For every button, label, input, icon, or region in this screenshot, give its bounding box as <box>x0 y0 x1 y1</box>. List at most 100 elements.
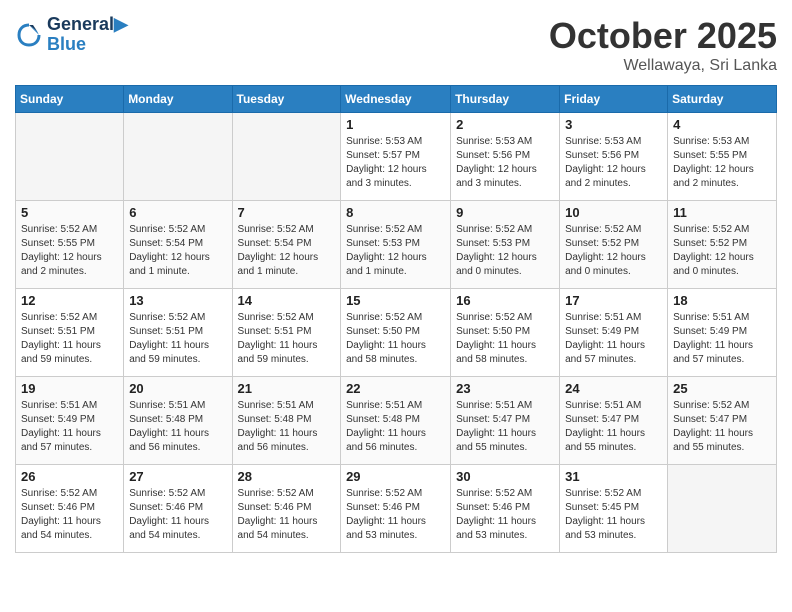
calendar-cell: 12 Sunrise: 5:52 AM Sunset: 5:51 PM Dayli… <box>16 289 124 377</box>
calendar-week-row: 12 Sunrise: 5:52 AM Sunset: 5:51 PM Dayli… <box>16 289 777 377</box>
day-number: 23 <box>456 381 554 396</box>
calendar-cell: 7Sunrise: 5:52 AM Sunset: 5:54 PM Daylig… <box>232 201 341 289</box>
logo-line2: Blue <box>47 35 128 55</box>
day-number: 24 <box>565 381 662 396</box>
calendar-cell: 31 Sunrise: 5:52 AM Sunset: 5:45 PM Dayli… <box>560 465 668 553</box>
day-number: 2 <box>456 117 554 132</box>
day-number: 28 <box>238 469 336 484</box>
calendar-cell: 30Sunrise: 5:52 AM Sunset: 5:46 PM Dayli… <box>451 465 560 553</box>
day-number: 18 <box>673 293 771 308</box>
calendar-cell <box>16 113 124 201</box>
day-info: Sunrise: 5:51 AM Sunset: 5:48 PM Dayligh… <box>238 399 336 455</box>
day-info: Sunrise: 5:53 AM Sunset: 5:56 PM Dayligh… <box>456 135 554 191</box>
day-info: Sunrise: 5:52 AM Sunset: 5:45 PM Dayligh… <box>565 487 662 543</box>
weekday-header: Friday <box>560 86 668 113</box>
calendar-cell: 17 Sunrise: 5:51 AM Sunset: 5:49 PM Dayli… <box>560 289 668 377</box>
weekday-header: Saturday <box>668 86 777 113</box>
day-info: Sunrise: 5:52 AM Sunset: 5:46 PM Dayligh… <box>129 487 226 543</box>
weekday-header: Monday <box>124 86 232 113</box>
day-info: Sunrise: 5:51 AM Sunset: 5:49 PM Dayligh… <box>565 311 662 367</box>
day-info: Sunrise: 5:52 AM Sunset: 5:50 PM Dayligh… <box>456 311 554 367</box>
calendar-cell: 13 Sunrise: 5:52 AM Sunset: 5:51 PM Dayli… <box>124 289 232 377</box>
day-number: 1 <box>346 117 445 132</box>
calendar-header-row: SundayMondayTuesdayWednesdayThursdayFrid… <box>16 86 777 113</box>
page-header: General▶ Blue October 2025 Wellawaya, Sr… <box>15 15 777 75</box>
day-info: Sunrise: 5:53 AM Sunset: 5:55 PM Dayligh… <box>673 135 771 191</box>
weekday-header: Thursday <box>451 86 560 113</box>
day-info: Sunrise: 5:53 AM Sunset: 5:56 PM Dayligh… <box>565 135 662 191</box>
day-info: Sunrise: 5:52 AM Sunset: 5:53 PM Dayligh… <box>346 223 445 279</box>
day-info: Sunrise: 5:53 AM Sunset: 5:57 PM Dayligh… <box>346 135 445 191</box>
day-info: Sunrise: 5:52 AM Sunset: 5:53 PM Dayligh… <box>456 223 554 279</box>
month-title: October 2025 <box>549 15 777 57</box>
day-number: 29 <box>346 469 445 484</box>
day-number: 20 <box>129 381 226 396</box>
day-number: 17 <box>565 293 662 308</box>
day-info: Sunrise: 5:52 AM Sunset: 5:52 PM Dayligh… <box>565 223 662 279</box>
calendar-week-row: 5 Sunrise: 5:52 AM Sunset: 5:55 PM Daylig… <box>16 201 777 289</box>
day-number: 8 <box>346 205 445 220</box>
day-number: 30 <box>456 469 554 484</box>
calendar-cell <box>232 113 341 201</box>
day-number: 9 <box>456 205 554 220</box>
day-number: 10 <box>565 205 662 220</box>
calendar-cell: 29 Sunrise: 5:52 AM Sunset: 5:46 PM Dayli… <box>341 465 451 553</box>
calendar-cell: 9 Sunrise: 5:52 AM Sunset: 5:53 PM Daylig… <box>451 201 560 289</box>
day-info: Sunrise: 5:51 AM Sunset: 5:49 PM Dayligh… <box>673 311 771 367</box>
weekday-header: Sunday <box>16 86 124 113</box>
title-block: October 2025 Wellawaya, Sri Lanka <box>549 15 777 75</box>
day-info: Sunrise: 5:52 AM Sunset: 5:46 PM Dayligh… <box>238 487 336 543</box>
calendar-cell: 16 Sunrise: 5:52 AM Sunset: 5:50 PM Dayli… <box>451 289 560 377</box>
day-number: 16 <box>456 293 554 308</box>
day-number: 19 <box>21 381 118 396</box>
calendar-table: SundayMondayTuesdayWednesdayThursdayFrid… <box>15 85 777 553</box>
day-number: 5 <box>21 205 118 220</box>
day-number: 3 <box>565 117 662 132</box>
day-info: Sunrise: 5:52 AM Sunset: 5:51 PM Dayligh… <box>129 311 226 367</box>
day-info: Sunrise: 5:52 AM Sunset: 5:55 PM Dayligh… <box>21 223 118 279</box>
day-info: Sunrise: 5:52 AM Sunset: 5:54 PM Dayligh… <box>129 223 226 279</box>
calendar-cell: 1 Sunrise: 5:53 AM Sunset: 5:57 PM Daylig… <box>341 113 451 201</box>
day-info: Sunrise: 5:51 AM Sunset: 5:48 PM Dayligh… <box>129 399 226 455</box>
calendar-cell: 21Sunrise: 5:51 AM Sunset: 5:48 PM Dayli… <box>232 377 341 465</box>
day-number: 26 <box>21 469 118 484</box>
day-number: 11 <box>673 205 771 220</box>
calendar-cell: 19 Sunrise: 5:51 AM Sunset: 5:49 PM Dayli… <box>16 377 124 465</box>
calendar-cell: 5 Sunrise: 5:52 AM Sunset: 5:55 PM Daylig… <box>16 201 124 289</box>
day-info: Sunrise: 5:52 AM Sunset: 5:50 PM Dayligh… <box>346 311 445 367</box>
day-info: Sunrise: 5:52 AM Sunset: 5:51 PM Dayligh… <box>21 311 118 367</box>
calendar-cell <box>668 465 777 553</box>
day-info: Sunrise: 5:52 AM Sunset: 5:47 PM Dayligh… <box>673 399 771 455</box>
calendar-cell: 24 Sunrise: 5:51 AM Sunset: 5:47 PM Dayli… <box>560 377 668 465</box>
calendar-cell: 20 Sunrise: 5:51 AM Sunset: 5:48 PM Dayli… <box>124 377 232 465</box>
day-number: 7 <box>238 205 336 220</box>
day-info: Sunrise: 5:51 AM Sunset: 5:49 PM Dayligh… <box>21 399 118 455</box>
day-number: 27 <box>129 469 226 484</box>
calendar-cell: 4Sunrise: 5:53 AM Sunset: 5:55 PM Daylig… <box>668 113 777 201</box>
calendar-cell: 8 Sunrise: 5:52 AM Sunset: 5:53 PM Daylig… <box>341 201 451 289</box>
day-number: 13 <box>129 293 226 308</box>
calendar-cell: 22Sunrise: 5:51 AM Sunset: 5:48 PM Dayli… <box>341 377 451 465</box>
day-info: Sunrise: 5:51 AM Sunset: 5:47 PM Dayligh… <box>565 399 662 455</box>
day-number: 14 <box>238 293 336 308</box>
logo-line1: General▶ <box>47 15 128 35</box>
day-info: Sunrise: 5:52 AM Sunset: 5:46 PM Dayligh… <box>346 487 445 543</box>
calendar-cell: 2 Sunrise: 5:53 AM Sunset: 5:56 PM Daylig… <box>451 113 560 201</box>
calendar-cell: 26 Sunrise: 5:52 AM Sunset: 5:46 PM Dayli… <box>16 465 124 553</box>
day-number: 31 <box>565 469 662 484</box>
day-info: Sunrise: 5:52 AM Sunset: 5:46 PM Dayligh… <box>21 487 118 543</box>
day-number: 25 <box>673 381 771 396</box>
weekday-header: Wednesday <box>341 86 451 113</box>
logo-icon <box>15 21 43 49</box>
calendar-cell: 23Sunrise: 5:51 AM Sunset: 5:47 PM Dayli… <box>451 377 560 465</box>
calendar-cell: 27 Sunrise: 5:52 AM Sunset: 5:46 PM Dayli… <box>124 465 232 553</box>
weekday-header: Tuesday <box>232 86 341 113</box>
day-number: 12 <box>21 293 118 308</box>
day-number: 6 <box>129 205 226 220</box>
calendar-cell: 3 Sunrise: 5:53 AM Sunset: 5:56 PM Daylig… <box>560 113 668 201</box>
calendar-week-row: 19 Sunrise: 5:51 AM Sunset: 5:49 PM Dayli… <box>16 377 777 465</box>
day-number: 15 <box>346 293 445 308</box>
calendar-cell: 11Sunrise: 5:52 AM Sunset: 5:52 PM Dayli… <box>668 201 777 289</box>
location: Wellawaya, Sri Lanka <box>549 57 777 75</box>
calendar-week-row: 1 Sunrise: 5:53 AM Sunset: 5:57 PM Daylig… <box>16 113 777 201</box>
